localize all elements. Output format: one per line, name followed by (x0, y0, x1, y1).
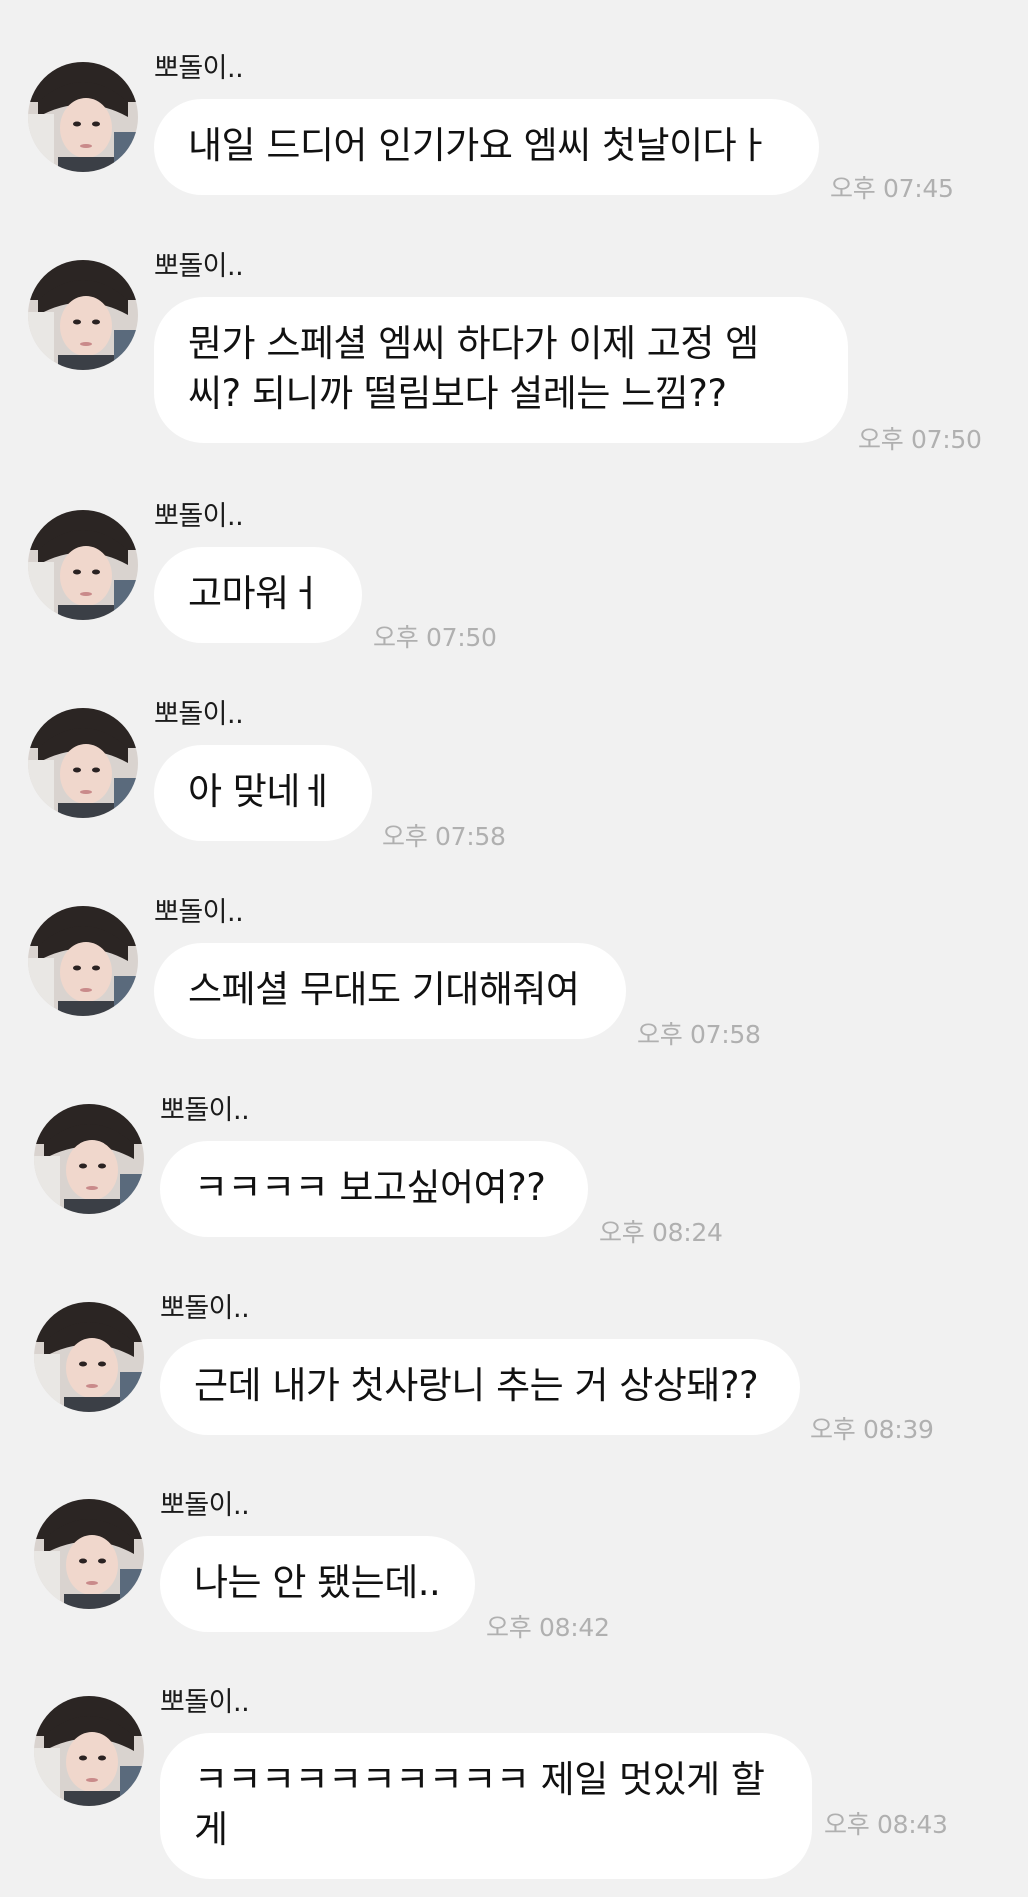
message-timestamp: 오후 08:42 (486, 1613, 610, 1642)
message-row: 뽀돌이.. ㅋㅋㅋㅋㅋㅋㅋㅋㅋㅋ 제일 멋있게 할게 오후 08:43 (0, 1686, 1028, 1879)
message-bubble[interactable]: 근데 내가 첫사랑니 추는 거 상상돼?? (160, 1339, 800, 1435)
message-bubble[interactable]: 스페셜 무대도 기대해줘여 (154, 943, 626, 1039)
sender-avatar[interactable] (28, 708, 138, 818)
avatar-image (28, 62, 138, 172)
sender-name: 뽀돌이.. (154, 53, 244, 84)
message-timestamp: 오후 07:50 (373, 623, 497, 652)
message-bubble[interactable]: 뭔가 스페셜 엠씨 하다가 이제 고정 엠 씨? 되니까 떨림보다 설레는 느낌… (154, 297, 848, 443)
message-bubble[interactable]: 내일 드디어 인기가요 엠씨 첫날이다ㅏ (154, 99, 819, 195)
message-timestamp: 오후 08:24 (599, 1218, 723, 1247)
avatar-image (34, 1696, 144, 1806)
avatar-image (34, 1499, 144, 1609)
message-timestamp: 오후 07:58 (382, 822, 506, 851)
message-bubble[interactable]: 고마워ㅓ (154, 547, 362, 643)
sender-avatar[interactable] (34, 1499, 144, 1609)
message-timestamp: 오후 07:50 (858, 425, 982, 454)
sender-avatar[interactable] (28, 510, 138, 620)
avatar-image (34, 1302, 144, 1412)
message-timestamp: 오후 07:58 (637, 1020, 761, 1049)
sender-name: 뽀돌이.. (160, 1293, 250, 1324)
sender-name: 뽀돌이.. (160, 1687, 250, 1718)
sender-avatar[interactable] (34, 1696, 144, 1806)
message-bubble[interactable]: ㅋㅋㅋㅋ 보고싶어여?? (160, 1141, 588, 1237)
message-row: 뽀돌이.. 뭔가 스페셜 엠씨 하다가 이제 고정 엠 씨? 되니까 떨림보다 … (0, 250, 1028, 480)
sender-name: 뽀돌이.. (154, 699, 244, 730)
chat-message-list[interactable]: 뽀돌이.. 내일 드디어 인기가요 엠씨 첫날이다ㅏ 오후 07:45 뽀돌이.… (0, 0, 1028, 1897)
sender-avatar[interactable] (28, 906, 138, 1016)
sender-name: 뽀돌이.. (154, 501, 244, 532)
sender-name: 뽀돌이.. (154, 251, 244, 282)
message-row: 뽀돌이.. 아 맞네ㅔ 오후 07:58 (0, 698, 1028, 888)
avatar-image (28, 510, 138, 620)
message-bubble[interactable]: ㅋㅋㅋㅋㅋㅋㅋㅋㅋㅋ 제일 멋있게 할게 (160, 1733, 812, 1879)
sender-avatar[interactable] (34, 1104, 144, 1214)
message-row: 뽀돌이.. 고마워ㅓ 오후 07:50 (0, 500, 1028, 690)
sender-avatar[interactable] (28, 260, 138, 370)
message-bubble[interactable]: 아 맞네ㅔ (154, 745, 372, 841)
message-bubble[interactable]: 나는 안 됐는데.. (160, 1536, 475, 1632)
message-timestamp: 오후 07:45 (830, 174, 954, 203)
message-row: 뽀돌이.. ㅋㅋㅋㅋ 보고싶어여?? 오후 08:24 (0, 1094, 1028, 1284)
sender-avatar[interactable] (28, 62, 138, 172)
sender-name: 뽀돌이.. (160, 1490, 250, 1521)
avatar-image (28, 708, 138, 818)
message-timestamp: 오후 08:39 (810, 1415, 934, 1444)
sender-name: 뽀돌이.. (154, 897, 244, 928)
avatar-image (34, 1104, 144, 1214)
avatar-image (28, 260, 138, 370)
message-row: 뽀돌이.. 근데 내가 첫사랑니 추는 거 상상돼?? 오후 08:39 (0, 1292, 1028, 1482)
message-timestamp: 오후 08:43 (824, 1810, 948, 1839)
avatar-image (28, 906, 138, 1016)
sender-name: 뽀돌이.. (160, 1095, 250, 1126)
sender-avatar[interactable] (34, 1302, 144, 1412)
message-row: 뽀돌이.. 스페셜 무대도 기대해줘여 오후 07:58 (0, 896, 1028, 1086)
message-row: 뽀돌이.. 나는 안 됐는데.. 오후 08:42 (0, 1489, 1028, 1679)
message-row: 뽀돌이.. 내일 드디어 인기가요 엠씨 첫날이다ㅏ 오후 07:45 (0, 52, 1028, 242)
